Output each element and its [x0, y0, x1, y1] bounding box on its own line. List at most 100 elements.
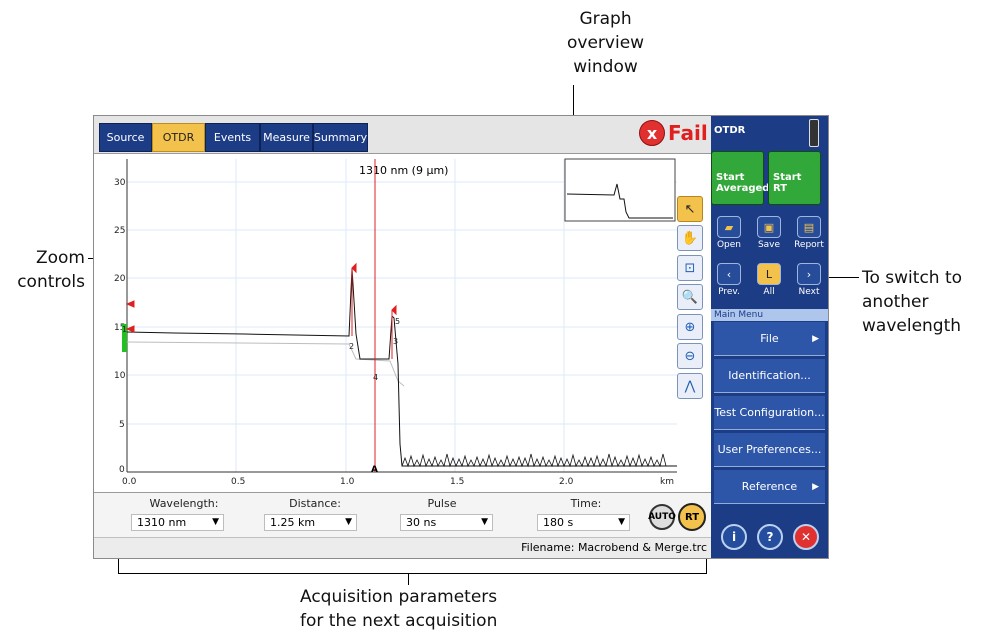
pointer-tool-icon[interactable]: ↖	[677, 196, 703, 222]
zoom-fit-icon[interactable]: ⊡	[677, 255, 703, 281]
side-panel-title: OTDR	[714, 125, 746, 136]
chevron-down-icon: ▼	[481, 517, 488, 527]
noise-floor	[401, 453, 667, 468]
open-label: Open	[716, 240, 742, 250]
caret-right-icon: ▶	[812, 333, 819, 344]
menu-item-reference[interactable]: Reference ▶	[714, 470, 825, 504]
filename-text: Filename: Macrobend & Merge.trc	[521, 541, 707, 554]
otdr-graph[interactable]: 30 25 20 15 10 5 0 0.0 0.5 1.0 1.5 2.0 k…	[94, 154, 711, 527]
status-bar: Filename: Macrobend & Merge.trc	[94, 537, 711, 558]
next-label: Next	[798, 287, 820, 297]
start-averaged-line2: Averaged	[716, 183, 770, 194]
prev-label: Prev.	[718, 287, 740, 297]
save-disk-icon[interactable]: ▣	[757, 216, 781, 238]
time-value: 180 s	[543, 516, 574, 529]
info-icon[interactable]: i	[721, 524, 747, 550]
wavelength-label: Wavelength:	[149, 497, 219, 510]
pulse-select[interactable]: 30 ns ▼	[400, 514, 493, 531]
distance-value: 1.25 km	[270, 516, 316, 529]
save-label: Save	[757, 240, 781, 250]
menu-identification-label: Identification...	[728, 369, 811, 382]
distance-label: Distance:	[289, 497, 341, 510]
next-wavelength-icon[interactable]: ›	[797, 263, 821, 285]
open-folder-icon[interactable]: ▰	[717, 216, 741, 238]
report-icon[interactable]: ▤	[797, 216, 821, 238]
chevron-down-icon: ▼	[345, 517, 352, 527]
tab-otdr[interactable]: OTDR	[152, 123, 205, 152]
acquisition-callout: Acquisition parameters for the next acqu…	[300, 587, 498, 631]
chevron-down-icon: ▼	[212, 517, 219, 527]
switch-callout: To switch to another wavelength	[862, 268, 963, 336]
graph-overview-window[interactable]	[564, 158, 676, 222]
tab-summary[interactable]: Summary	[313, 123, 368, 152]
tab-measure[interactable]: Measure	[260, 123, 313, 152]
report-label: Report	[794, 240, 824, 250]
start-averaged-button[interactable]: Start Averaged	[711, 151, 770, 205]
auto-settings-icon[interactable]: AUTO	[648, 504, 676, 530]
event-label-2: 2	[349, 342, 354, 351]
pulse-label: Pulse	[427, 497, 457, 510]
fail-icon: x	[639, 120, 665, 146]
event-label-1: 1	[122, 325, 127, 334]
zoom-one-to-one-icon[interactable]: 🔍	[677, 284, 703, 310]
chevron-down-icon: ▼	[618, 517, 625, 527]
caret-right-icon: ▶	[812, 481, 819, 492]
marker-a-label: A	[371, 465, 378, 475]
acq-bracket-bottom	[118, 573, 707, 574]
x-tick-05: 0.5	[231, 477, 245, 487]
side-panel: OTDR Start Averaged Start RT ▰ ▣ ▤ Open …	[711, 116, 828, 558]
y-tick-25: 25	[114, 226, 125, 236]
start-averaged-line1: Start	[716, 172, 745, 183]
wavelength-value: 1310 nm	[137, 516, 187, 529]
otdr-app-window: Source OTDR Events Measure Summary x Fai…	[93, 115, 829, 559]
trace-plot[interactable]: 30 25 20 15 10 5 0 0.0 0.5 1.0 1.5 2.0 k…	[94, 154, 711, 492]
distance-select[interactable]: 1.25 km ▼	[264, 514, 357, 531]
start-rt-line2: RT	[773, 183, 788, 194]
x-tick-km: km	[660, 477, 674, 487]
x-tick-10: 1.0	[340, 477, 355, 487]
start-rt-button[interactable]: Start RT	[768, 151, 821, 205]
x-tick-15: 1.5	[450, 477, 464, 487]
start-rt-line1: Start	[773, 172, 802, 183]
pan-hand-icon[interactable]: ✋	[677, 225, 703, 251]
menu-item-identification[interactable]: Identification...	[714, 359, 825, 393]
trace-title: 1310 nm (9 µm)	[359, 164, 448, 177]
y-tick-0: 0	[119, 465, 125, 475]
close-icon[interactable]: ✕	[793, 524, 819, 550]
fail-label: Fail	[668, 121, 708, 145]
previous-wavelength-icon[interactable]: ‹	[717, 263, 741, 285]
zoom-callout: Zoom controls	[17, 248, 85, 292]
y-tick-5: 5	[119, 420, 125, 430]
all-wavelengths-icon[interactable]: ᒪ	[757, 263, 781, 285]
tab-events[interactable]: Events	[205, 123, 260, 152]
realtime-icon[interactable]: RT	[678, 503, 706, 531]
zoom-event-icon[interactable]: ⋀	[677, 373, 703, 399]
menu-item-test-configuration[interactable]: Test Configuration...	[714, 396, 825, 430]
acquisition-parameters: Wavelength: 1310 nm ▼ Distance: 1.25 km ▼ …	[94, 492, 711, 538]
tab-bar: Source OTDR Events Measure Summary x Fai…	[94, 116, 711, 154]
event-label-4: 4	[373, 373, 378, 382]
zoom-controls: ↖ ✋ ⊡ 🔍 ⊕ ⊖ ⋀	[677, 196, 707, 403]
reference-trace	[126, 341, 405, 387]
wavelength-select[interactable]: 1310 nm ▼	[131, 514, 224, 531]
zoom-in-icon[interactable]: ⊕	[677, 314, 703, 340]
battery-icon	[809, 119, 819, 147]
tab-source[interactable]: Source	[99, 123, 152, 152]
menu-item-user-preferences[interactable]: User Preferences...	[714, 433, 825, 467]
event-label-3: 3	[393, 337, 398, 346]
y-tick-20: 20	[114, 274, 126, 284]
x-tick-20: 2.0	[559, 477, 574, 487]
help-icon[interactable]: ?	[757, 524, 783, 550]
time-select[interactable]: 180 s ▼	[537, 514, 630, 531]
zoom-out-icon[interactable]: ⊖	[677, 343, 703, 369]
fail-status: x Fail	[639, 120, 708, 146]
graph-overview-callout: Graph overview window	[567, 9, 645, 77]
time-label: Time:	[570, 497, 602, 510]
menu-file-label: File	[760, 332, 779, 345]
all-label: All	[763, 287, 775, 297]
event-label-5: 5	[395, 317, 400, 326]
x-tick-0: 0.0	[122, 477, 137, 487]
y-tick-30: 30	[114, 178, 126, 188]
main-trace	[126, 267, 677, 467]
menu-item-file[interactable]: File ▶	[714, 322, 825, 356]
